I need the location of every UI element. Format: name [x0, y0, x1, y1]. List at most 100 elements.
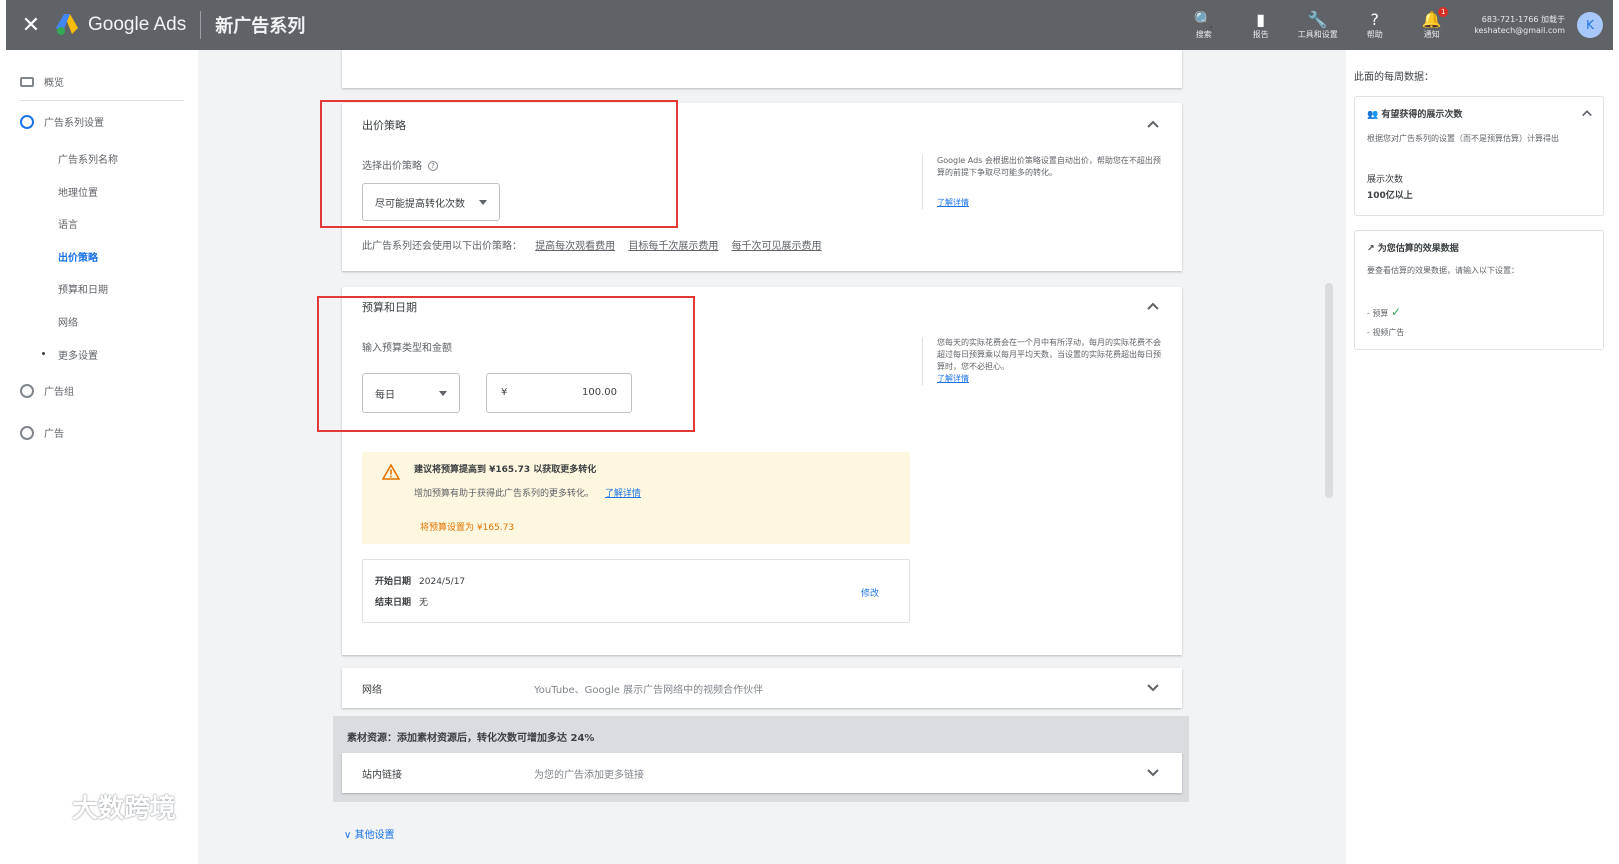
estimates-card: ↗ 为您估算的效果数据 要查看估算的效果数据，请输入以下设置： - 预算 ✓ -…	[1354, 230, 1604, 350]
top-bar: ✕ Google Ads 新广告系列 🔍 搜索 ▮ 报告 🔧 工具和设置 ? 帮…	[6, 0, 1613, 50]
nav-ads-label: 广告	[44, 429, 64, 440]
reach-card: 👥 有望获得的展示次数 根据您对广告系列的设置（而不是预算估算）计算得出 展示次…	[1354, 96, 1604, 216]
search-button[interactable]: 🔍 搜索	[1175, 10, 1232, 40]
bidding-card: 出价策略 选择出价策略? 尽可能提高转化次数 Google Ads 会根据出价策…	[342, 103, 1182, 271]
alternative-link[interactable]: 目标每千次展示费用	[628, 241, 718, 252]
nav-sub-campaign-name[interactable]: 广告系列名称	[58, 151, 118, 166]
budget-enter-label: 输入预算类型和金额	[362, 343, 452, 354]
recommendation-learn-more-link[interactable]: 了解详情	[605, 489, 641, 499]
nav-ads[interactable]: 广告	[20, 425, 64, 440]
chevron-down-icon: ∨	[344, 830, 355, 841]
dropdown-arrow-icon	[479, 200, 487, 205]
nav-overview[interactable]: 概览	[20, 74, 64, 89]
help-label: 帮助	[1366, 29, 1383, 39]
app-frame: ✕ Google Ads 新广告系列 🔍 搜索 ▮ 报告 🔧 工具和设置 ? 帮…	[6, 0, 1613, 864]
checkmark-icon: ✓	[1390, 305, 1402, 319]
reach-card-title: 👥 有望获得的展示次数	[1367, 107, 1462, 120]
left-nav: 概览 广告系列设置 广告系列名称 地理位置 语言 出价策略 预算和日期 网络 更…	[6, 50, 198, 864]
step-circle-icon	[20, 383, 34, 398]
budget-learn-more-link[interactable]: 了解详情	[937, 373, 1162, 385]
edit-dates-button[interactable]: 修改	[861, 586, 879, 599]
budget-type-value: 每日	[375, 389, 395, 401]
account-info[interactable]: 683-721-1766 加载于 keshatech@gmail.com	[1474, 14, 1565, 36]
nav-sub-language[interactable]: 语言	[58, 216, 78, 231]
recommendation-title: 建议将预算提高到 ¥165.73 以获取更多转化	[414, 465, 597, 475]
wrench-icon: 🔧	[1307, 9, 1328, 29]
apply-recommended-budget-link[interactable]: 将预算设置为 ¥165.73	[420, 520, 514, 533]
tools-button[interactable]: 🔧 工具和设置	[1289, 9, 1346, 40]
budget-note: 您每天的实际花费会在一个月中有所浮动，每月的实际花费不会超过每日预算乘以每月平均…	[922, 337, 1162, 385]
start-date-value: 2024/5/17	[419, 577, 466, 587]
nav-sub-more[interactable]: 更多设置	[42, 347, 98, 362]
budget-card: 预算和日期 输入预算类型和金额 每日 ¥ 100.00 您每天的实际花费会在一个…	[342, 287, 1182, 655]
bidding-alternatives: 此广告系列还会使用以下出价策略： 提高每次观看费用 目标每千次展示费用 每千次可…	[362, 237, 822, 252]
budget-amount-input[interactable]: ¥ 100.00	[486, 373, 632, 413]
estimates-card-title: ↗ 为您估算的效果数据	[1367, 241, 1459, 254]
watermark-text: 大数跨境	[72, 793, 177, 824]
end-date-row: 结束日期无	[375, 595, 428, 608]
more-settings-label: 其他设置	[354, 830, 395, 841]
budget-recommendation: 建议将预算提高到 ¥165.73 以获取更多转化 增加预算有助于获得此广告系列的…	[362, 452, 910, 544]
page-title: 新广告系列	[215, 16, 306, 37]
estimate-requirement-item: - 视频广告	[1367, 328, 1405, 337]
nav-sub-budget[interactable]: 预算和日期	[58, 281, 108, 296]
budget-amount-value: 100.00	[582, 387, 617, 398]
alternative-link[interactable]: 提高每次观看费用	[535, 241, 615, 252]
currency-symbol: ¥	[501, 387, 508, 398]
nav-sub-network[interactable]: 网络	[58, 314, 78, 329]
bidding-title: 出价策略	[362, 119, 406, 132]
bidding-strategy-value: 尽可能提高转化次数	[375, 198, 465, 210]
budget-type-dropdown[interactable]: 每日	[362, 373, 460, 413]
budget-note-text: 您每天的实际花费会在一个月中有所浮动，每月的实际花费不会超过每日预算乘以每月平均…	[937, 338, 1161, 371]
nav-campaign-settings[interactable]: 广告系列设置	[20, 114, 104, 129]
overview-icon	[20, 76, 34, 87]
estimate-requirement-item: - 预算 ✓	[1367, 305, 1402, 319]
bullet-icon	[42, 352, 45, 355]
reach-metric-value: 100亿以上	[1367, 191, 1413, 201]
chevron-up-icon[interactable]	[1146, 117, 1160, 131]
more-settings-link[interactable]: ∨ 其他设置	[344, 826, 395, 841]
google-ads-logo: Google Ads	[56, 14, 186, 36]
network-value: YouTube、Google 展示广告网络中的视频合作伙伴	[534, 685, 764, 696]
requirement-budget: 预算	[1372, 309, 1389, 318]
requirement-video-ad: 视频广告	[1372, 328, 1405, 337]
right-panel: 此面的每周数据： 👥 有望获得的展示次数 根据您对广告系列的设置（而不是预算估算…	[1346, 50, 1613, 864]
bidding-select-label: 选择出价策略?	[362, 157, 438, 172]
reports-button[interactable]: ▮ 报告	[1232, 9, 1289, 40]
budget-title: 预算和日期	[362, 301, 417, 314]
alternatives-label: 此广告系列还会使用以下出价策略：	[362, 241, 522, 252]
sitelinks-label: 站内链接	[362, 770, 402, 781]
scrollbar[interactable]	[1325, 283, 1333, 498]
right-panel-title: 此面的每周数据：	[1354, 72, 1434, 83]
alternative-link[interactable]: 每千次可见展示费用	[732, 241, 822, 252]
previous-card-stub	[342, 50, 1182, 88]
watermark: 大数跨境	[10, 786, 176, 826]
avatar[interactable]: K	[1577, 12, 1603, 38]
step-circle-icon	[20, 425, 34, 440]
reports-icon: ▮	[1256, 9, 1266, 29]
reach-metric-label: 展示次数	[1367, 175, 1404, 185]
notification-badge: 1	[1438, 6, 1449, 17]
chevron-up-icon[interactable]	[1146, 299, 1160, 313]
estimates-card-body: 要查看估算的效果数据，请输入以下设置：	[1367, 266, 1519, 275]
warning-icon	[382, 464, 400, 480]
help-icon[interactable]: ?	[428, 161, 438, 171]
sitelinks-row[interactable]: 站内链接 为您的广告添加更多链接	[342, 753, 1182, 793]
account-email: keshatech@gmail.com	[1474, 26, 1565, 35]
chevron-up-icon[interactable]	[1581, 107, 1593, 119]
sitelinks-value: 为您的广告添加更多链接	[534, 770, 644, 781]
help-button[interactable]: ? 帮助	[1346, 10, 1403, 40]
bidding-strategy-dropdown[interactable]: 尽可能提高转化次数	[362, 183, 500, 221]
bidding-learn-more-link[interactable]: 了解详情	[937, 197, 1162, 209]
close-button[interactable]: ✕	[6, 13, 56, 38]
chevron-down-icon	[1147, 684, 1159, 692]
brand-name: Google Ads	[88, 14, 187, 35]
end-date-label: 结束日期	[375, 598, 412, 608]
notifications-button[interactable]: 🔔 1 通知	[1403, 6, 1460, 40]
nav-sub-bidding[interactable]: 出价策略	[58, 249, 98, 264]
nav-ad-groups[interactable]: 广告组	[20, 383, 74, 398]
recommendation-body-text: 增加预算有助于获得此广告系列的更多转化。	[414, 489, 595, 499]
nav-sub-location[interactable]: 地理位置	[58, 184, 98, 199]
nav-sub-more-label: 更多设置	[58, 351, 98, 362]
network-row[interactable]: 网络 YouTube、Google 展示广告网络中的视频合作伙伴	[342, 668, 1182, 708]
